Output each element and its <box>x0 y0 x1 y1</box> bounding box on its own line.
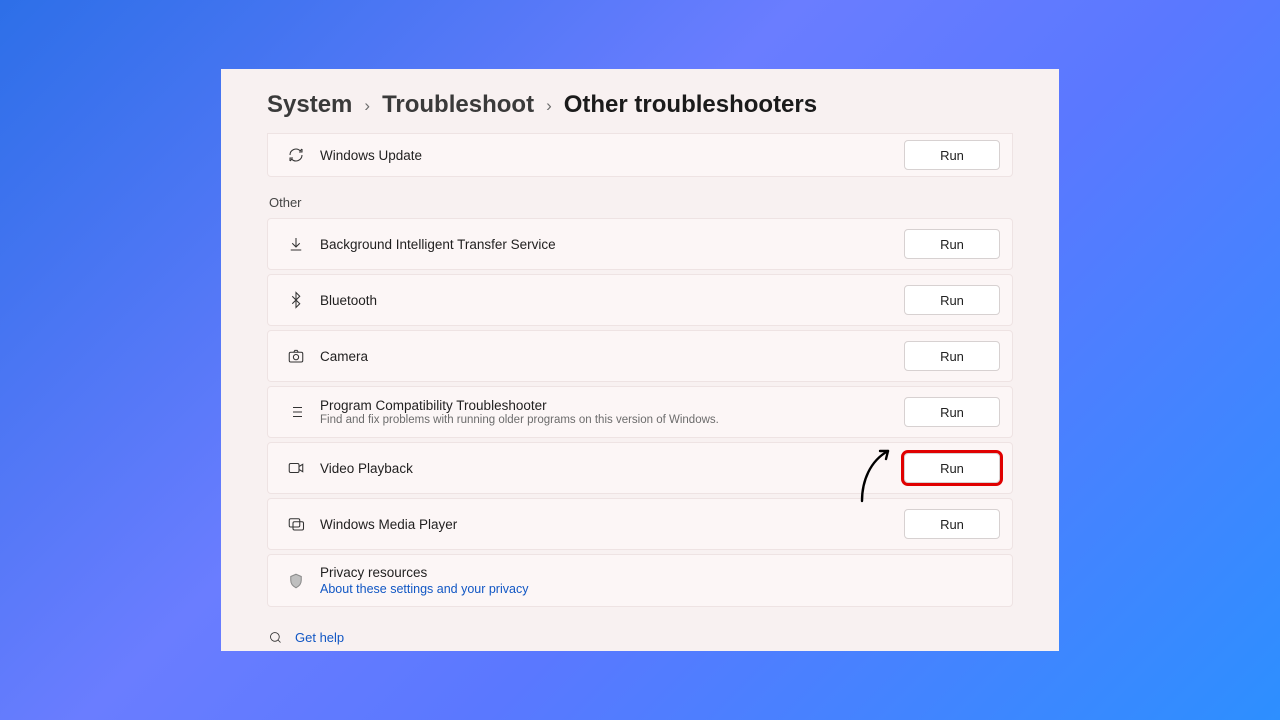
troubleshooter-row-wmp: Windows Media Player Run <box>267 498 1013 550</box>
privacy-link[interactable]: About these settings and your privacy <box>320 582 1000 596</box>
chevron-right-icon: › <box>546 96 552 116</box>
media-icon <box>282 515 310 533</box>
privacy-resources-row: Privacy resources About these settings a… <box>267 554 1013 607</box>
bluetooth-icon <box>282 291 310 309</box>
row-label: Bluetooth <box>320 293 904 308</box>
shield-icon <box>282 572 310 590</box>
run-button[interactable]: Run <box>904 229 1000 259</box>
row-label: Video Playback <box>320 461 904 476</box>
run-button[interactable]: Run <box>904 453 1000 483</box>
troubleshooter-row-video-playback: Video Playback Run <box>267 442 1013 494</box>
run-button[interactable]: Run <box>904 397 1000 427</box>
section-header-other: Other <box>269 195 1013 210</box>
breadcrumb: System › Troubleshoot › Other troublesho… <box>267 91 1013 119</box>
help-icon <box>267 629 283 645</box>
row-label: Camera <box>320 349 904 364</box>
footer-links: Get help Quick assistance from a friend <box>267 629 1013 651</box>
troubleshooter-row-camera: Camera Run <box>267 330 1013 382</box>
row-label: Program Compatibility Troubleshooter <box>320 398 904 413</box>
video-icon <box>282 459 310 477</box>
get-help-label: Get help <box>295 630 344 645</box>
download-icon <box>282 235 310 253</box>
row-sublabel: Find and fix problems with running older… <box>320 414 904 426</box>
privacy-title: Privacy resources <box>320 565 1000 580</box>
troubleshooter-row-program-compatibility: Program Compatibility Troubleshooter Fin… <box>267 386 1013 438</box>
run-button[interactable]: Run <box>904 285 1000 315</box>
run-button[interactable]: Run <box>904 509 1000 539</box>
settings-window: System › Troubleshoot › Other troublesho… <box>221 69 1059 651</box>
row-label: Background Intelligent Transfer Service <box>320 237 904 252</box>
troubleshooter-row-bluetooth: Bluetooth Run <box>267 274 1013 326</box>
list-icon <box>282 403 310 421</box>
breadcrumb-current: Other troubleshooters <box>564 91 817 119</box>
row-label: Windows Update <box>320 148 904 163</box>
camera-icon <box>282 347 310 365</box>
troubleshooter-row-bits: Background Intelligent Transfer Service … <box>267 218 1013 270</box>
get-help-link[interactable]: Get help <box>267 629 1013 645</box>
run-button[interactable]: Run <box>904 140 1000 170</box>
troubleshooter-row-windows-update: Windows Update Run <box>267 133 1013 177</box>
run-button[interactable]: Run <box>904 341 1000 371</box>
breadcrumb-system[interactable]: System <box>267 91 352 119</box>
refresh-icon <box>282 146 310 164</box>
chevron-right-icon: › <box>364 96 370 116</box>
breadcrumb-troubleshoot[interactable]: Troubleshoot <box>382 91 534 119</box>
row-label: Windows Media Player <box>320 517 904 532</box>
